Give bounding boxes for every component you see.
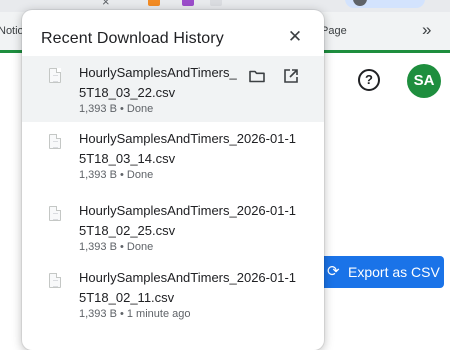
download-item[interactable]: HourlySamplesAndTimers_2026-01-15T18_02_… xyxy=(22,194,324,260)
bookmark-page[interactable]: Page xyxy=(321,25,347,37)
bookmarks-overflow-button[interactable]: » xyxy=(422,20,431,40)
export-csv-label: Export as CSV xyxy=(348,264,440,280)
tab-close-mark[interactable]: × xyxy=(102,0,110,9)
download-meta: 1,393 B • Done xyxy=(79,103,154,115)
avatar[interactable]: SA xyxy=(407,64,441,98)
file-icon xyxy=(49,68,61,83)
help-icon[interactable]: ? xyxy=(358,69,380,91)
sync-icon: ⟳ xyxy=(327,263,340,280)
profile-dot-icon xyxy=(353,0,367,6)
download-item[interactable]: HourlySamplesAndTimers_​5T18_03_22.csv 1… xyxy=(22,56,324,122)
popup-title: Recent Download History xyxy=(41,30,224,47)
file-icon xyxy=(49,273,61,288)
download-meta: 1,393 B • Done xyxy=(79,241,154,253)
download-filename[interactable]: HourlySamplesAndTimers_2026-01-15T18_02_… xyxy=(79,201,299,241)
download-item[interactable]: HourlySamplesAndTimers_2026-01-15T18_02_… xyxy=(22,261,324,327)
file-icon xyxy=(49,206,61,221)
open-external-icon[interactable] xyxy=(281,66,301,86)
extension-icon[interactable] xyxy=(182,0,194,6)
folder-icon[interactable] xyxy=(247,66,267,86)
download-filename[interactable]: HourlySamplesAndTimers_2026-01-15T18_03_… xyxy=(79,129,299,169)
extension-icon[interactable] xyxy=(148,0,160,6)
download-history-popup: Recent Download History ✕ HourlySamplesA… xyxy=(22,10,324,350)
close-icon[interactable]: ✕ xyxy=(284,26,306,48)
extension-icon[interactable] xyxy=(210,0,222,6)
download-meta: 1,393 B • Done xyxy=(79,169,154,181)
download-item[interactable]: HourlySamplesAndTimers_2026-01-15T18_03_… xyxy=(22,122,324,188)
bookmark-notion[interactable]: Notio xyxy=(0,25,24,37)
download-filename[interactable]: HourlySamplesAndTimers_​5T18_03_22.csv xyxy=(79,63,239,103)
file-icon xyxy=(49,134,61,149)
download-filename[interactable]: HourlySamplesAndTimers_2026-01-15T18_02_… xyxy=(79,268,299,308)
download-meta: 1,393 B • 1 minute ago xyxy=(79,308,191,320)
profile-pill[interactable] xyxy=(345,0,425,8)
export-csv-button[interactable]: ⟳ Export as CSV xyxy=(320,256,444,288)
